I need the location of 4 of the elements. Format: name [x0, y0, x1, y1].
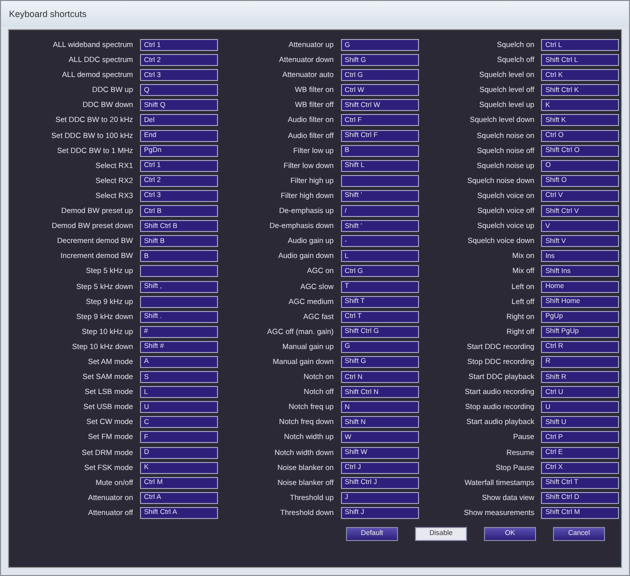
- shortcut-key-field[interactable]: [140, 296, 218, 308]
- window-title: Keyboard shortcuts: [9, 9, 87, 19]
- shortcut-key-field[interactable]: [340, 174, 419, 187]
- shortcut-key-field[interactable]: [140, 265, 218, 278]
